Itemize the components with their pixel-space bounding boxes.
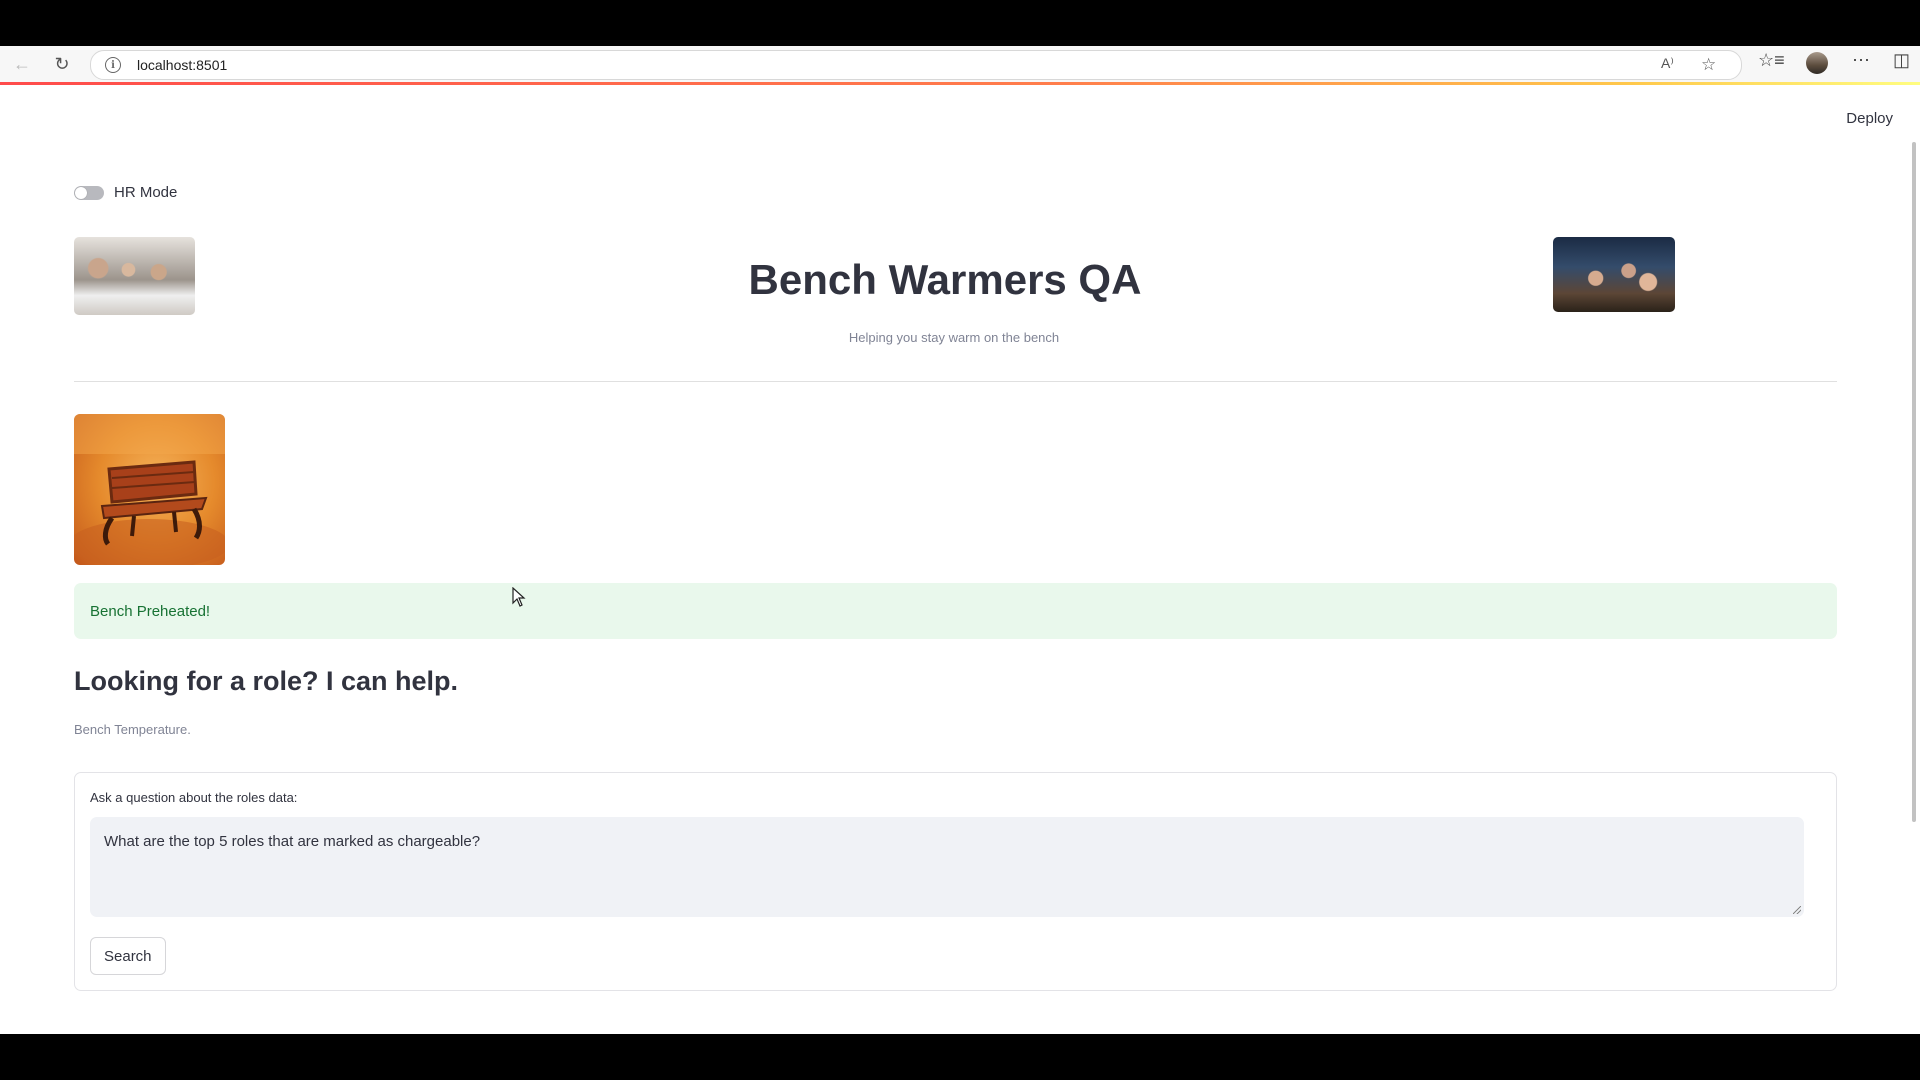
- deploy-button[interactable]: Deploy: [1846, 110, 1893, 127]
- toggle-knob: [75, 186, 87, 199]
- browser-toolbar: ← ↻ i localhost:8501 A⁾ ☆ ☆≡ ⋯ ◫: [0, 46, 1920, 83]
- search-button[interactable]: Search: [90, 937, 166, 975]
- url-text[interactable]: localhost:8501: [137, 57, 227, 73]
- mouse-cursor-icon: [512, 586, 526, 612]
- loading-progress-line: [0, 82, 1920, 85]
- scrollbar[interactable]: [1912, 142, 1916, 822]
- info-icon[interactable]: i: [105, 57, 121, 73]
- query-textarea[interactable]: What are the top 5 roles that are marked…: [90, 817, 1804, 917]
- favorite-star-icon[interactable]: ☆: [1701, 55, 1716, 75]
- hr-mode-toggle[interactable]: HR Mode: [74, 184, 177, 201]
- success-alert: Bench Preheated!: [74, 583, 1837, 639]
- sidebar-toggle-icon[interactable]: ◫: [1893, 50, 1910, 71]
- bench-image: [74, 414, 225, 565]
- address-bar[interactable]: i localhost:8501 A⁾ ☆: [90, 50, 1742, 80]
- browser-window: ← ↻ i localhost:8501 A⁾ ☆ ☆≡ ⋯ ◫ Deploy …: [0, 46, 1920, 1034]
- more-options-icon[interactable]: ⋯: [1852, 50, 1870, 71]
- hr-mode-label: HR Mode: [114, 184, 178, 201]
- favorites-list-icon[interactable]: ☆≡: [1758, 50, 1785, 71]
- page-subtitle: Helping you stay warm on the bench: [848, 330, 1060, 345]
- alert-text: Bench Preheated!: [90, 602, 211, 620]
- resize-grip-icon[interactable]: [1793, 906, 1801, 914]
- query-text[interactable]: What are the top 5 roles that are marked…: [104, 833, 480, 850]
- team-photo-right: [1553, 237, 1675, 312]
- back-arrow-icon[interactable]: ←: [4, 49, 40, 79]
- toggle-switch[interactable]: [74, 185, 104, 200]
- profile-avatar[interactable]: [1806, 52, 1828, 74]
- bench-temperature-caption: Bench Temperature.: [74, 722, 191, 737]
- read-aloud-icon[interactable]: A⁾: [1661, 55, 1674, 72]
- reload-icon[interactable]: ↻: [44, 49, 80, 79]
- divider: [74, 381, 1837, 382]
- section-heading: Looking for a role? I can help.: [74, 666, 459, 696]
- query-form: Ask a question about the roles data: Wha…: [74, 772, 1837, 991]
- query-label: Ask a question about the roles data:: [90, 790, 298, 805]
